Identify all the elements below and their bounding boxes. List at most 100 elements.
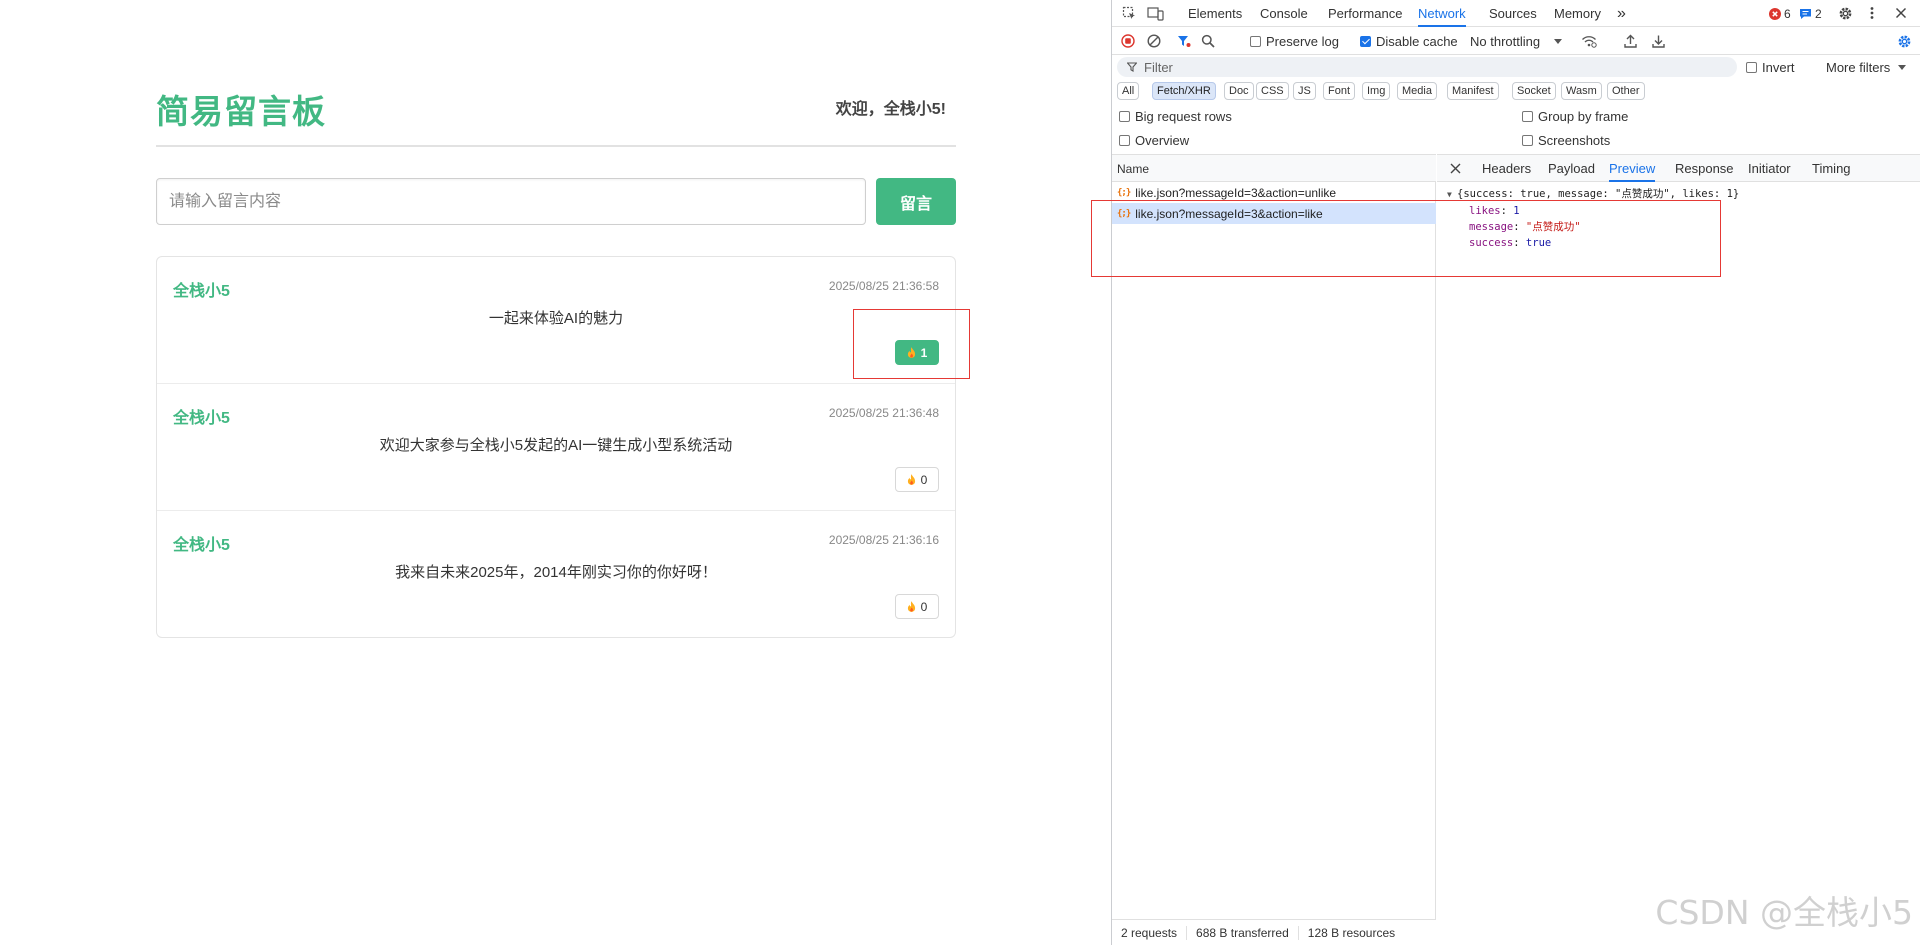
type-filter-css[interactable]: CSS: [1256, 82, 1289, 100]
message-time: 2025/08/25 21:36:16: [828, 533, 939, 547]
tab-performance[interactable]: Performance: [1328, 0, 1402, 27]
page-title: 简易留言板: [156, 93, 326, 130]
tab-sources[interactable]: Sources: [1489, 0, 1537, 27]
detail-tabbar: Headers Payload Preview Response Initiat…: [1437, 154, 1920, 182]
tab-memory[interactable]: Memory: [1554, 0, 1601, 27]
filter-input[interactable]: Filter: [1117, 57, 1737, 77]
screenshots-label: Screenshots: [1538, 133, 1611, 148]
type-filter-media[interactable]: Media: [1397, 82, 1437, 100]
type-filter-manifest[interactable]: Manifest: [1447, 82, 1499, 100]
type-filter-socket[interactable]: Socket: [1512, 82, 1556, 100]
json-summary: {success: true, message: "点赞成功", likes: …: [1457, 188, 1740, 200]
message-author: 全栈小5: [173, 537, 230, 554]
error-count: 6: [1784, 6, 1791, 21]
post-message-button[interactable]: 留言: [876, 178, 956, 225]
invert-checkbox[interactable]: Invert: [1746, 60, 1795, 75]
message-item: 全栈小5 2025/08/25 21:36:58 一起来体验AI的魅力 1: [157, 257, 955, 384]
resource-type-filters: All Fetch/XHR Doc CSS JS Font Img Media …: [1112, 80, 1920, 102]
tab-response[interactable]: Response: [1675, 155, 1734, 182]
type-filter-doc[interactable]: Doc: [1224, 82, 1254, 100]
filter-toggle-icon[interactable]: [1176, 33, 1192, 49]
network-options-row-2: Overview Screenshots: [1112, 130, 1920, 152]
message-item: 全栈小5 2025/08/25 21:36:16 我来自未来2025年，2014…: [157, 511, 955, 637]
message-author: 全栈小5: [173, 283, 230, 300]
message-content: 我来自未来2025年，2014年刚实习你的你好呀！: [395, 564, 717, 581]
tab-initiator[interactable]: Initiator: [1748, 155, 1791, 182]
message-time: 2025/08/25 21:36:58: [828, 279, 939, 293]
big-request-rows-checkbox[interactable]: Big request rows: [1119, 109, 1232, 124]
inspect-element-icon[interactable]: [1121, 5, 1137, 21]
preserve-log-checkbox[interactable]: Preserve log: [1250, 34, 1339, 49]
tab-console[interactable]: Console: [1260, 0, 1308, 27]
settings-gear-icon[interactable]: [1837, 5, 1853, 21]
disable-cache-checkbox[interactable]: Disable cache: [1360, 34, 1458, 49]
welcome-text: 欢迎，全栈小5!: [835, 101, 946, 118]
network-status-bar: 2 requests 688 B transferred 128 B resou…: [1112, 919, 1436, 945]
highlight-box: [853, 309, 970, 379]
close-devtools-icon[interactable]: [1893, 5, 1909, 21]
dropdown-arrow-icon: [1898, 65, 1907, 70]
type-filter-wasm[interactable]: Wasm: [1561, 82, 1602, 100]
more-tabs-icon[interactable]: »: [1617, 0, 1626, 27]
screenshots-checkbox[interactable]: Screenshots: [1522, 133, 1610, 148]
tab-network[interactable]: Network: [1418, 0, 1466, 27]
resources-size: 128 B resources: [1307, 925, 1396, 940]
checkbox-box: [1119, 135, 1130, 146]
message-counter[interactable]: 2: [1799, 7, 1822, 21]
network-options-row-1: Big request rows Group by frame: [1112, 106, 1920, 128]
import-har-icon[interactable]: [1622, 33, 1638, 49]
checkbox-box-checked: [1360, 36, 1371, 47]
throttling-select[interactable]: No throttling: [1470, 34, 1563, 49]
disable-cache-label: Disable cache: [1376, 34, 1458, 49]
message-item: 全栈小5 2025/08/25 21:36:48 欢迎大家参与全栈小5发起的AI…: [157, 384, 955, 511]
like-button[interactable]: 0: [895, 594, 939, 619]
network-toolbar: Preserve log Disable cache No throttling: [1112, 28, 1920, 55]
device-toolbar-icon[interactable]: [1146, 5, 1164, 21]
tab-elements[interactable]: Elements: [1188, 0, 1242, 27]
type-filter-other[interactable]: Other: [1607, 82, 1645, 100]
tab-timing[interactable]: Timing: [1812, 155, 1851, 182]
group-by-frame-label: Group by frame: [1538, 109, 1629, 124]
transferred-size: 688 B transferred: [1187, 925, 1299, 940]
error-counter[interactable]: 6: [1769, 6, 1791, 21]
stop-recording-icon[interactable]: [1120, 33, 1136, 49]
type-filter-fetch-xhr[interactable]: Fetch/XHR: [1152, 82, 1216, 100]
export-har-icon[interactable]: [1650, 33, 1666, 49]
network-conditions-icon[interactable]: [1581, 33, 1597, 49]
overview-checkbox[interactable]: Overview: [1119, 133, 1189, 148]
devtools-panel: Elements Console Performance Network Sou…: [1111, 0, 1920, 945]
like-count: 0: [920, 599, 928, 614]
highlight-box: [1091, 200, 1721, 277]
compose-area: 留言: [156, 178, 956, 225]
message-content: 欢迎大家参与全栈小5发起的AI一键生成小型系统活动: [379, 437, 733, 454]
tab-payload[interactable]: Payload: [1548, 155, 1595, 182]
message-list: 全栈小5 2025/08/25 21:36:58 一起来体验AI的魅力 1 全栈…: [156, 256, 956, 638]
search-icon[interactable]: [1200, 33, 1216, 49]
dropdown-arrow-icon: [1554, 39, 1563, 44]
type-filter-font[interactable]: Font: [1323, 82, 1356, 100]
more-filters-label: More filters: [1826, 60, 1891, 75]
message-input[interactable]: [156, 178, 866, 225]
big-request-rows-label: Big request rows: [1135, 109, 1232, 124]
like-button[interactable]: 0: [895, 467, 939, 492]
clear-icon[interactable]: [1146, 33, 1162, 49]
type-filter-all[interactable]: All: [1117, 82, 1140, 100]
type-filter-js[interactable]: JS: [1293, 82, 1316, 100]
group-by-frame-checkbox[interactable]: Group by frame: [1522, 109, 1628, 124]
message-content: 一起来体验AI的魅力: [488, 310, 624, 327]
close-detail-icon[interactable]: [1449, 162, 1461, 174]
checkbox-box: [1250, 36, 1261, 47]
xhr-icon: {;}: [1117, 187, 1131, 198]
checkbox-box: [1119, 111, 1130, 122]
requests-count: 2 requests: [1112, 925, 1188, 940]
network-settings-icon[interactable]: [1896, 33, 1912, 49]
message-author: 全栈小5: [173, 410, 230, 427]
kebab-menu-icon[interactable]: [1868, 5, 1876, 21]
name-column-header[interactable]: Name: [1112, 154, 1436, 182]
filter-funnel-icon: [1127, 62, 1137, 72]
more-filters-select[interactable]: More filters: [1826, 60, 1907, 75]
tab-preview[interactable]: Preview: [1609, 155, 1656, 182]
checkbox-box: [1746, 62, 1757, 73]
tab-headers[interactable]: Headers: [1482, 155, 1531, 182]
type-filter-img[interactable]: Img: [1362, 82, 1391, 100]
